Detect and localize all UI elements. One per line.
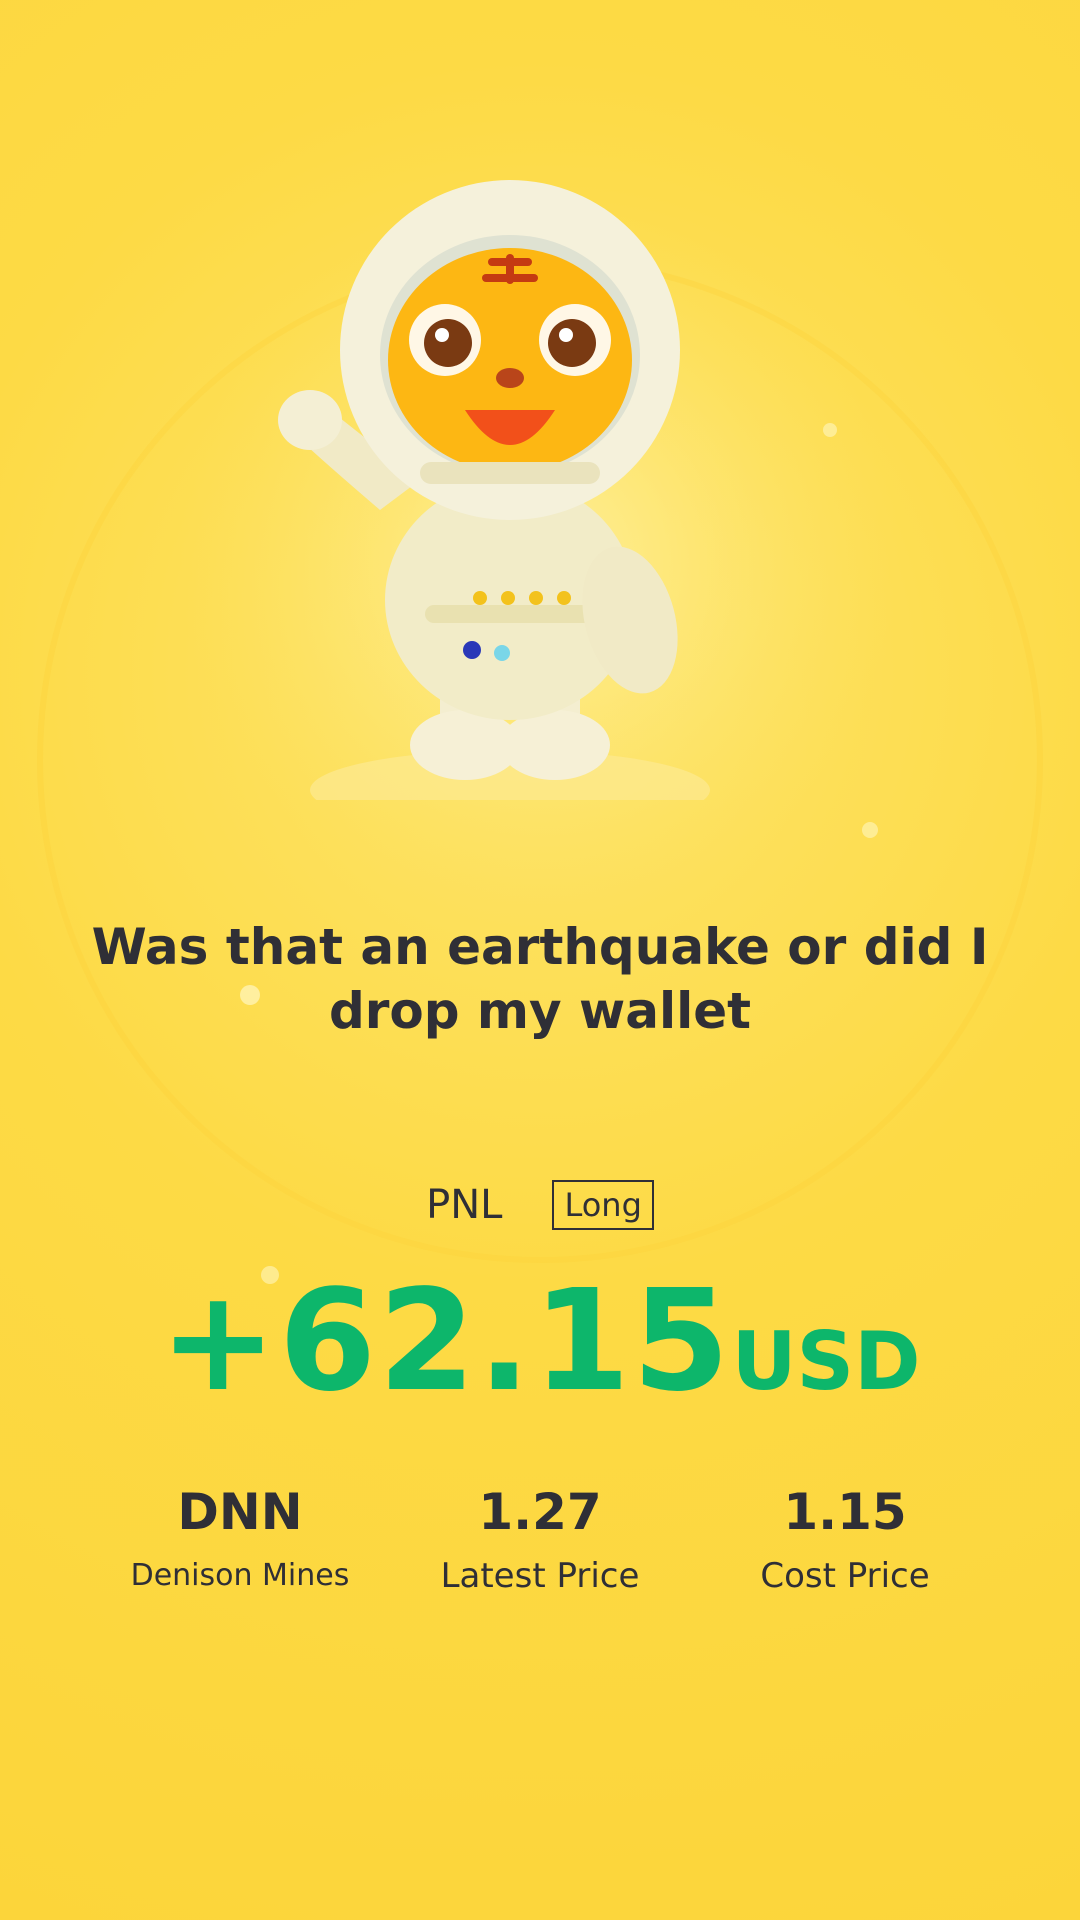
stat-label: Latest Price	[440, 1556, 640, 1596]
headline: Was that an earthquake or did I drop my …	[91, 918, 989, 1040]
position-stats: DNN Denison Mines 1.27 Latest Price 1.15…	[0, 1482, 1080, 1612]
pnl-unit: USD	[731, 1315, 921, 1408]
pnl-header: PNL Long	[0, 1180, 1080, 1230]
stat-value: DNN	[177, 1483, 303, 1541]
stat-label: Cost Price	[760, 1556, 930, 1596]
pnl-amount: +62.15USD	[0, 1260, 1080, 1423]
stat-latest-price: 1.27 Latest Price	[390, 1482, 690, 1598]
stat-ticker: DNN Denison Mines	[90, 1482, 390, 1598]
pnl-value: +62.15	[159, 1260, 732, 1423]
stat-value: 1.15	[783, 1483, 907, 1541]
stat-value: 1.27	[478, 1483, 602, 1541]
stat-cost-price: 1.15 Cost Price	[695, 1482, 995, 1598]
tiger-astronaut-mascot	[278, 180, 710, 800]
position-side-badge: Long	[552, 1180, 654, 1230]
stat-label: Denison Mines	[130, 1558, 350, 1593]
pnl-label: PNL	[426, 1182, 503, 1228]
